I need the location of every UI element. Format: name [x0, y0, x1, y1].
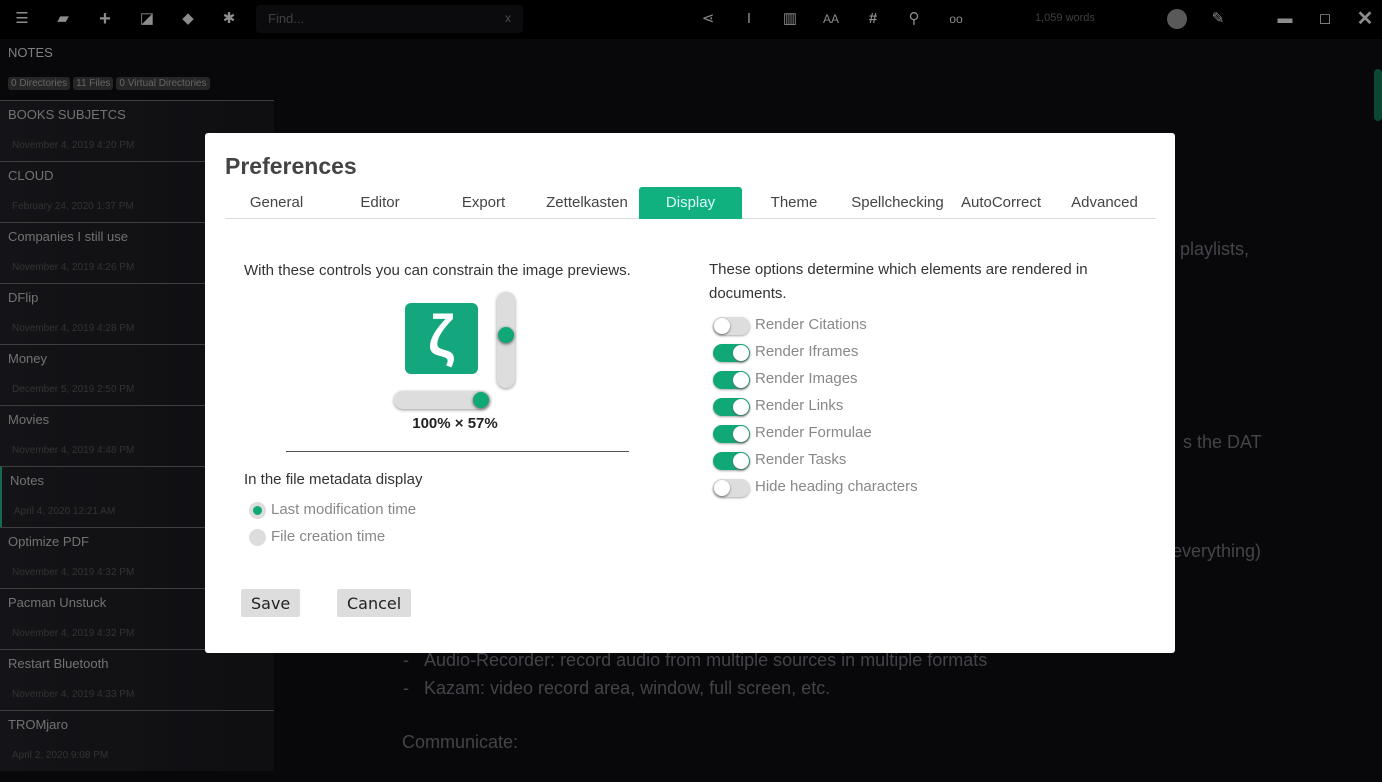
render-toggle-label: Render Citations	[755, 316, 867, 333]
metadata-radio[interactable]	[249, 529, 266, 546]
metadata-label: In the file metadata display	[244, 471, 423, 488]
render-toggle[interactable]	[713, 317, 750, 335]
metadata-radio[interactable]	[249, 502, 266, 519]
tab-general[interactable]: General	[225, 187, 328, 219]
height-slider[interactable]	[497, 292, 515, 388]
render-toggle-label: Render Iframes	[755, 343, 859, 360]
image-preview: ζ	[405, 303, 478, 374]
tab-zettelkasten[interactable]: Zettelkasten	[536, 187, 639, 219]
render-toggle[interactable]	[713, 452, 750, 470]
tab-editor[interactable]: Editor	[329, 187, 432, 219]
render-toggle-label: Render Formulae	[755, 424, 872, 441]
tab-display[interactable]: Display	[639, 187, 742, 219]
tab-theme[interactable]: Theme	[743, 187, 846, 219]
width-slider-handle[interactable]	[473, 392, 489, 408]
metadata-radio-label: File creation time	[271, 528, 386, 545]
divider	[286, 451, 629, 452]
preferences-dialog: Preferences General Editor Export Zettelkas…	[205, 133, 1175, 653]
render-toggle[interactable]	[713, 344, 750, 362]
height-slider-handle[interactable]	[498, 326, 514, 343]
render-toggle-label: Render Images	[755, 370, 858, 387]
render-toggle[interactable]	[713, 479, 750, 497]
render-intro: These options determine which elements a…	[709, 261, 1088, 302]
render-toggle-label: Render Links	[755, 397, 844, 414]
render-toggle-label: Hide heading characters	[755, 478, 918, 495]
tab-advanced[interactable]: Advanced	[1053, 187, 1156, 219]
cancel-button[interactable]: Cancel	[337, 589, 412, 617]
render-toggle[interactable]	[713, 371, 750, 389]
image-intro: With these controls you can constrain th…	[244, 262, 631, 279]
save-button[interactable]: Save	[241, 589, 301, 617]
render-toggle[interactable]	[713, 425, 750, 443]
size-label: 100% × 57%	[412, 415, 498, 432]
metadata-radio-label: Last modification time	[271, 501, 417, 518]
tab-autocorrect[interactable]: AutoCorrect	[950, 187, 1053, 219]
tab-export[interactable]: Export	[432, 187, 535, 219]
tab-bar: General Editor Export Zettelkasten Display Th…	[225, 187, 1156, 219]
render-toggle[interactable]	[713, 398, 750, 416]
render-toggle-label: Render Tasks	[755, 451, 847, 468]
tab-spellchecking[interactable]: Spellchecking	[846, 187, 949, 219]
dialog-title: Preferences	[225, 153, 357, 179]
width-slider[interactable]	[394, 391, 490, 409]
